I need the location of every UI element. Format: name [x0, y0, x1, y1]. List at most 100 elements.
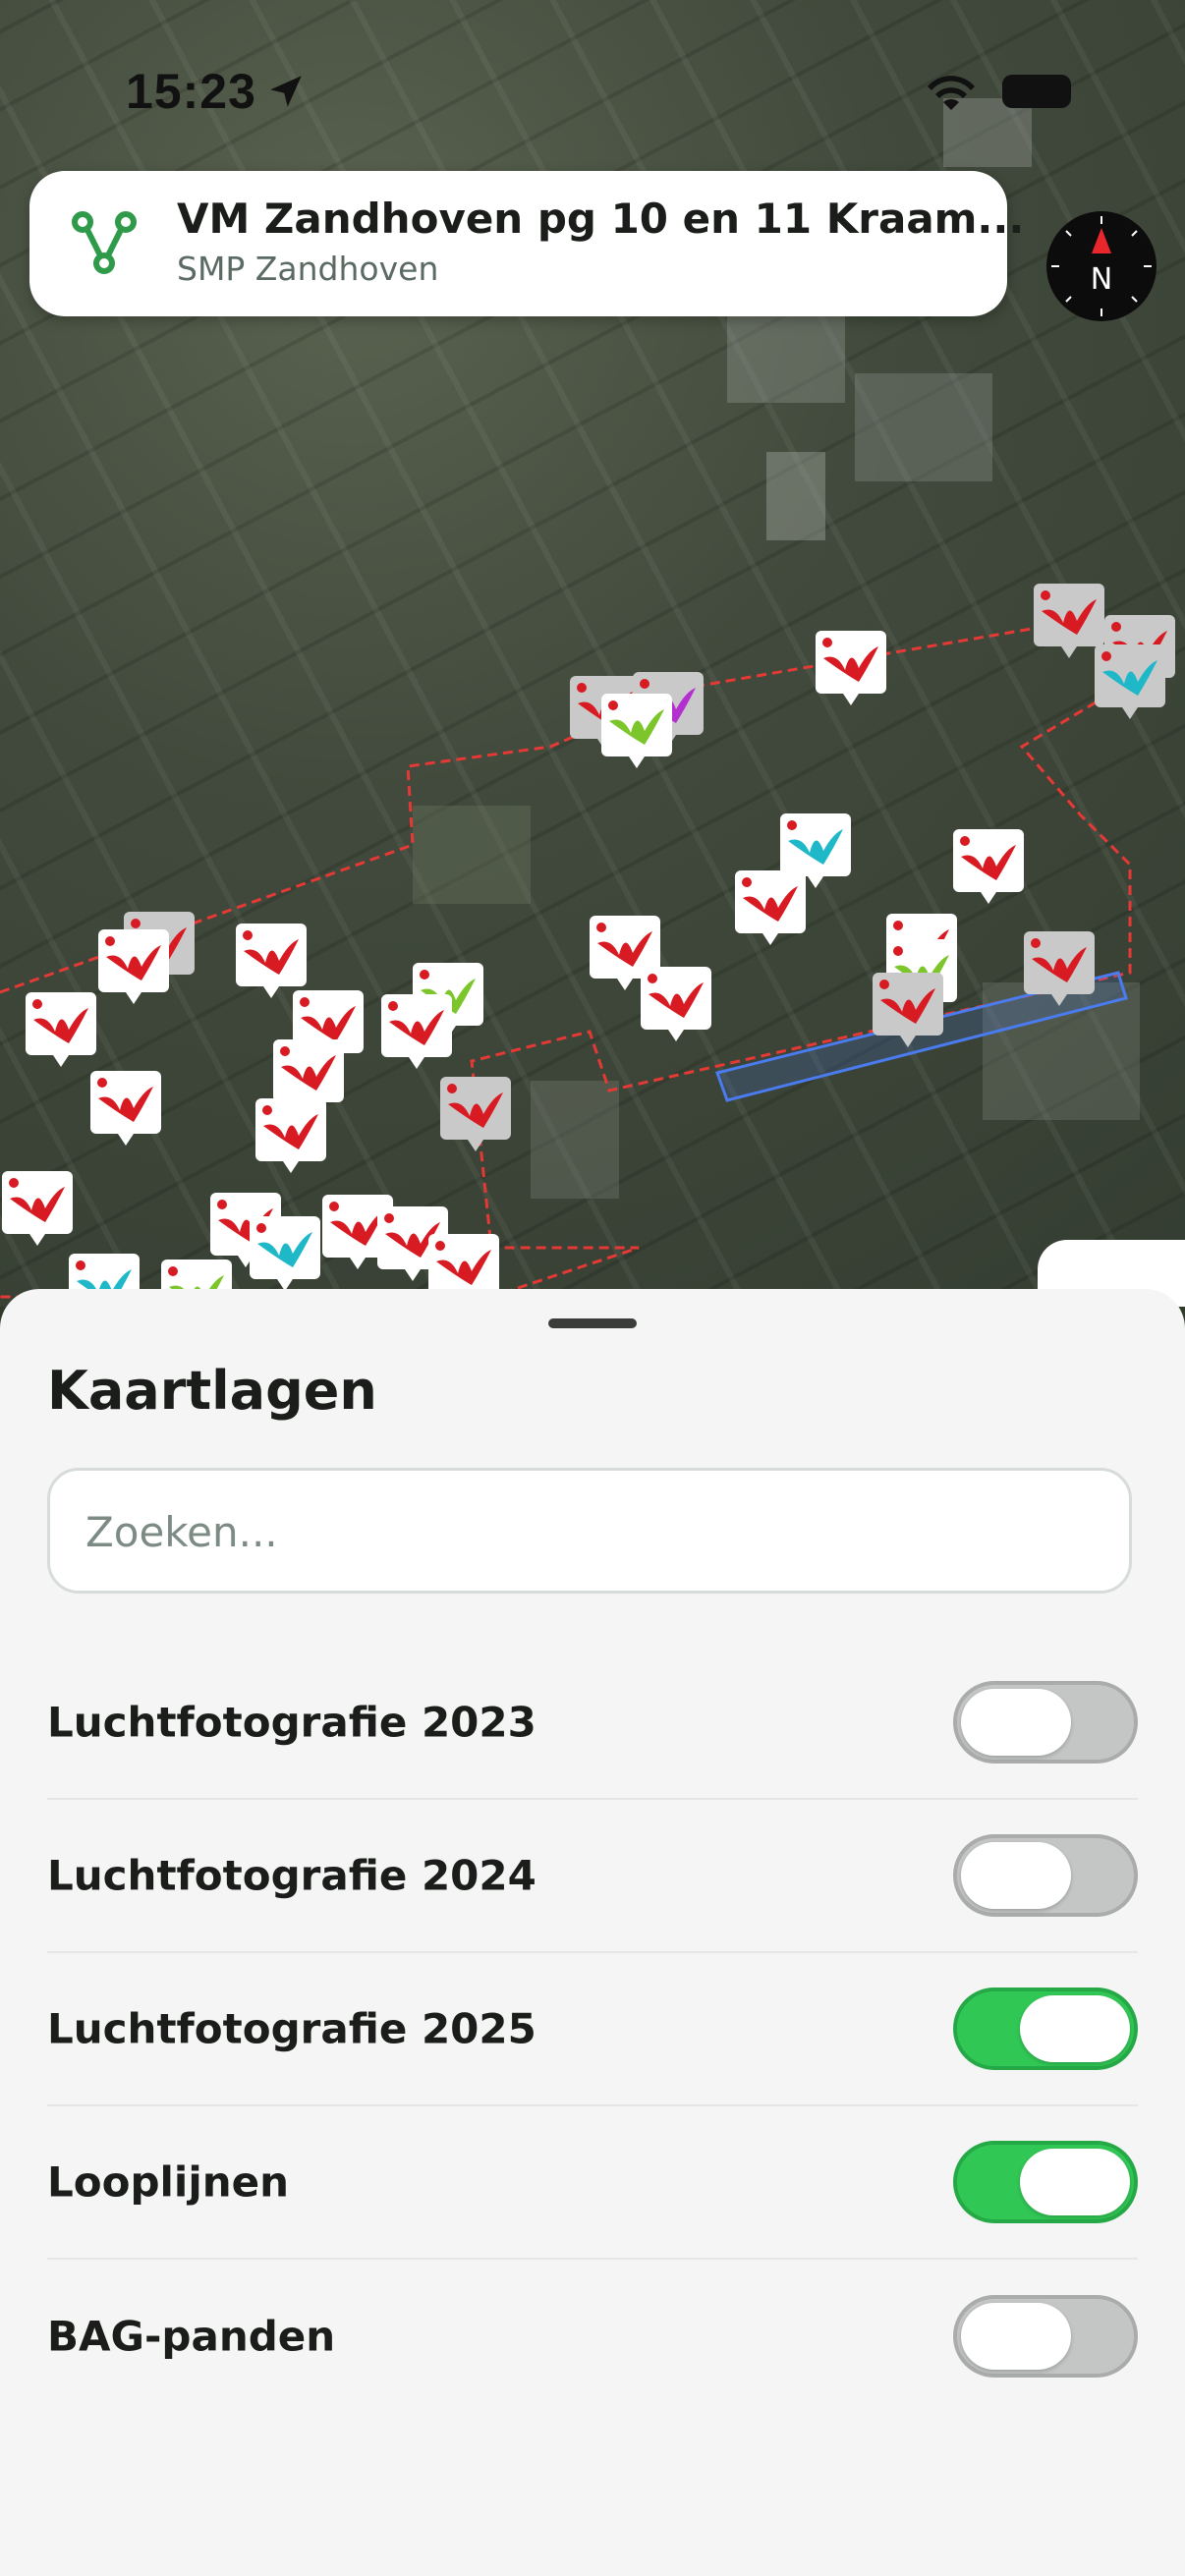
marker-pointer — [668, 1030, 684, 1041]
map-marker[interactable] — [601, 694, 672, 768]
bug-icon — [388, 1001, 398, 1011]
bug-icon — [742, 877, 752, 887]
map-marker[interactable] — [90, 1071, 161, 1146]
marker-pointer — [629, 756, 645, 768]
building-block — [727, 314, 845, 403]
bug-icon — [608, 700, 618, 710]
bug-icon — [168, 1266, 178, 1276]
project-card[interactable]: VM Zandhoven pg 10 en 11 Kraam... SMP Za… — [29, 171, 1024, 316]
layer-toggle[interactable] — [953, 1834, 1138, 1917]
bug-icon — [32, 999, 42, 1009]
building-block — [531, 1081, 619, 1199]
toggle-knob — [1020, 2149, 1130, 2215]
compass-icon[interactable]: N — [1045, 210, 1157, 322]
search-field[interactable] — [47, 1468, 1132, 1594]
bug-icon — [217, 1200, 227, 1209]
building-block — [766, 452, 825, 540]
layer-label: Luchtfotografie 2025 — [47, 2004, 536, 2053]
bug-icon — [648, 974, 657, 983]
bug-icon — [420, 970, 429, 980]
building-block — [413, 806, 531, 904]
marker-pointer — [126, 992, 141, 1004]
bug-icon — [577, 683, 587, 693]
bug-icon — [879, 980, 889, 989]
map-marker[interactable] — [26, 992, 96, 1067]
map-marker[interactable] — [816, 631, 886, 705]
layer-toggle[interactable] — [953, 1988, 1138, 2070]
bug-icon — [9, 1178, 19, 1188]
sheet-drag-handle[interactable] — [548, 1318, 637, 1328]
map-marker[interactable] — [255, 1098, 326, 1173]
marker-pointer — [409, 1057, 424, 1069]
search-input[interactable] — [84, 1471, 1100, 1593]
compass-label: N — [1091, 262, 1112, 297]
bug-icon — [262, 1105, 272, 1115]
marker-pointer — [1122, 707, 1138, 719]
bug-icon — [960, 836, 970, 846]
bug-icon — [300, 997, 310, 1007]
bug-icon — [893, 946, 903, 956]
marker-pointer — [843, 694, 859, 705]
layer-row-bag-panden: BAG-panden — [47, 2260, 1138, 2413]
bug-icon — [822, 638, 832, 647]
project-title: VM Zandhoven pg 10 en 11 Kraam... — [177, 195, 1025, 243]
map-marker[interactable] — [440, 1077, 511, 1151]
bug-icon — [435, 1241, 445, 1251]
layer-label: Looplijnen — [47, 2157, 290, 2207]
map-marker[interactable] — [2, 1171, 73, 1246]
layers-sheet: Kaartlagen Luchtfotografie 2023 Luchtfot… — [0, 1289, 1185, 2576]
bug-icon — [596, 923, 606, 932]
map-marker[interactable] — [236, 924, 307, 998]
layer-row-luchtfotografie-2024: Luchtfotografie 2024 — [47, 1800, 1138, 1953]
bug-icon — [893, 921, 903, 930]
marker-pointer — [808, 876, 823, 888]
bug-icon — [280, 1046, 290, 1056]
bug-icon — [1041, 590, 1050, 600]
bug-icon — [1031, 938, 1041, 948]
layer-row-luchtfotografie-2025: Luchtfotografie 2025 — [47, 1953, 1138, 2106]
bug-icon — [329, 1202, 339, 1211]
layer-toggle[interactable] — [953, 1681, 1138, 1764]
map-marker[interactable] — [1095, 644, 1165, 719]
layer-label: BAG-panden — [47, 2312, 336, 2361]
building-block — [855, 373, 992, 481]
map-marker[interactable] — [381, 994, 452, 1069]
map-marker[interactable] — [735, 870, 806, 945]
marker-pointer — [1061, 646, 1077, 658]
map-marker[interactable] — [953, 829, 1024, 904]
map-marker[interactable] — [250, 1216, 320, 1291]
bug-icon — [105, 936, 115, 946]
bug-icon — [1111, 622, 1121, 632]
marker-pointer — [981, 892, 996, 904]
toggle-knob — [961, 1689, 1071, 1756]
bug-icon — [447, 1084, 457, 1093]
marker-pointer — [263, 986, 279, 998]
layer-row-looplijnen: Looplijnen — [47, 2106, 1138, 2260]
marker-pointer — [405, 1269, 421, 1281]
bug-icon — [787, 820, 797, 830]
route-icon — [72, 211, 137, 274]
bug-icon — [640, 679, 649, 689]
bug-icon — [243, 930, 253, 940]
marker-pointer — [762, 933, 778, 945]
bug-icon — [1101, 651, 1111, 661]
bug-icon — [131, 919, 141, 928]
layer-label: Luchtfotografie 2023 — [47, 1698, 536, 1747]
status-time: 15:23 — [126, 64, 256, 119]
toggle-knob — [1020, 1995, 1130, 2062]
layer-toggle[interactable] — [953, 2295, 1138, 2378]
layer-label: Luchtfotografie 2024 — [47, 1851, 536, 1900]
sheet-title: Kaartlagen — [47, 1360, 377, 1422]
marker-pointer — [350, 1258, 366, 1269]
bug-icon — [384, 1213, 394, 1223]
map-view[interactable]: 15:23 VM Zandhoven pg 10 en 11 Kraam... … — [0, 0, 1185, 1307]
marker-pointer — [283, 1161, 299, 1173]
map-marker[interactable] — [641, 967, 711, 1041]
map-marker[interactable] — [98, 929, 169, 1004]
toggle-knob — [961, 2303, 1071, 2370]
map-marker[interactable] — [1034, 584, 1104, 658]
layer-toggle[interactable] — [953, 2141, 1138, 2223]
marker-pointer — [53, 1055, 69, 1067]
marker-pointer — [29, 1234, 45, 1246]
bug-icon — [256, 1223, 266, 1233]
